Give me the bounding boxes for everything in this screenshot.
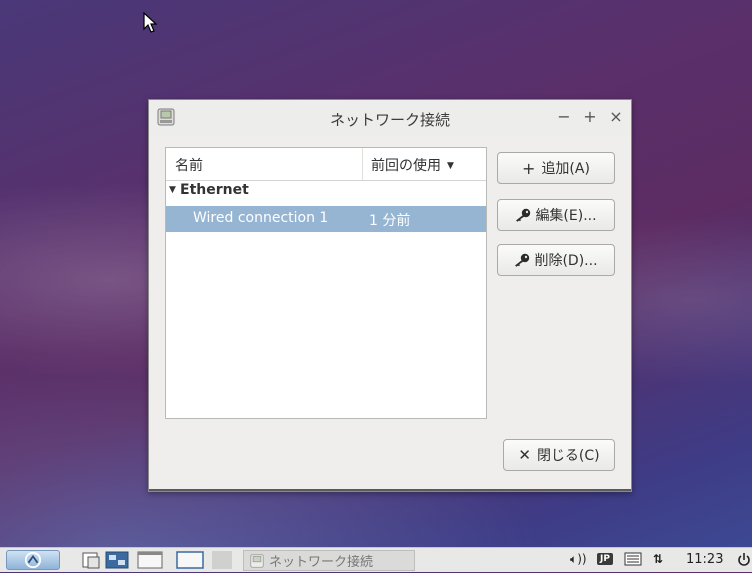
volume-icon[interactable]: 🔈︎))	[570, 552, 587, 567]
add-button-label: 追加(A)	[541, 161, 590, 177]
network-app-icon	[250, 553, 264, 568]
close-button-label: 閉じる(C)	[536, 448, 600, 464]
group-row-ethernet[interactable]: ▼ Ethernet	[166, 181, 486, 201]
list-item[interactable]: Wired connection 1 1 分前	[166, 206, 486, 232]
desktop-1-icon[interactable]	[137, 551, 163, 569]
connection-list[interactable]: 名前 前回の使用 ▼ ▼ Ethernet Wired connection 1 …	[165, 147, 487, 419]
terminal-icon[interactable]	[105, 551, 129, 569]
close-window-button[interactable]: ×	[607, 107, 625, 127]
keyboard-layout-indicator[interactable]: JP	[597, 553, 613, 565]
start-menu-icon	[24, 551, 42, 569]
close-x-icon: ✕	[518, 446, 531, 464]
close-button[interactable]: ✕ 閉じる(C)	[503, 439, 615, 471]
plus-icon: +	[522, 158, 536, 178]
power-icon[interactable]	[737, 552, 751, 568]
connection-name: Wired connection 1	[193, 210, 329, 226]
group-label: Ethernet	[180, 182, 249, 198]
keyboard-icon[interactable]	[624, 552, 642, 566]
edit-button-label: 編集(E)...	[535, 208, 597, 224]
desktop-3-icon[interactable]	[212, 551, 232, 569]
sort-down-icon: ▼	[447, 161, 454, 171]
column-header-name[interactable]: 名前	[175, 155, 203, 175]
connection-last-used: 1 分前	[369, 213, 411, 229]
add-button[interactable]: + 追加(A)	[497, 152, 615, 184]
dialog-bottom-border	[149, 489, 631, 491]
network-updown-icon[interactable]: ⇅	[653, 552, 663, 566]
start-menu-button[interactable]	[6, 550, 60, 570]
desktop-2-icon[interactable]	[176, 551, 204, 569]
maximize-button[interactable]: +	[581, 107, 599, 127]
clock[interactable]: 11:23	[686, 552, 723, 567]
list-header: 名前 前回の使用 ▼	[166, 148, 486, 181]
column-divider	[362, 148, 363, 180]
task-item-network-connections[interactable]: ネットワーク接続	[243, 550, 415, 571]
column-header-last-used[interactable]: 前回の使用 ▼	[371, 155, 454, 175]
expander-down-icon[interactable]: ▼	[169, 185, 176, 195]
file-manager-icon[interactable]	[82, 551, 100, 569]
delete-button[interactable]: 削除(D)...	[497, 244, 615, 276]
key-icon	[516, 208, 531, 222]
dialog-titlebar[interactable]: ネットワーク接続 − + ×	[149, 100, 631, 136]
edit-button[interactable]: 編集(E)...	[497, 199, 615, 231]
pointer-cursor-icon	[143, 12, 157, 33]
taskbar: ネットワーク接続 🔈︎)) JP ⇅ 11:23	[0, 547, 752, 572]
key-icon	[515, 253, 530, 267]
delete-button-label: 削除(D)...	[534, 253, 598, 269]
column-header-last-used-label: 前回の使用	[371, 158, 441, 174]
minimize-button[interactable]: −	[555, 107, 573, 127]
network-connections-dialog: ネットワーク接続 − + × 名前 前回の使用 ▼ ▼ Ethernet Wire…	[148, 99, 632, 492]
task-item-label: ネットワーク接続	[269, 555, 374, 570]
